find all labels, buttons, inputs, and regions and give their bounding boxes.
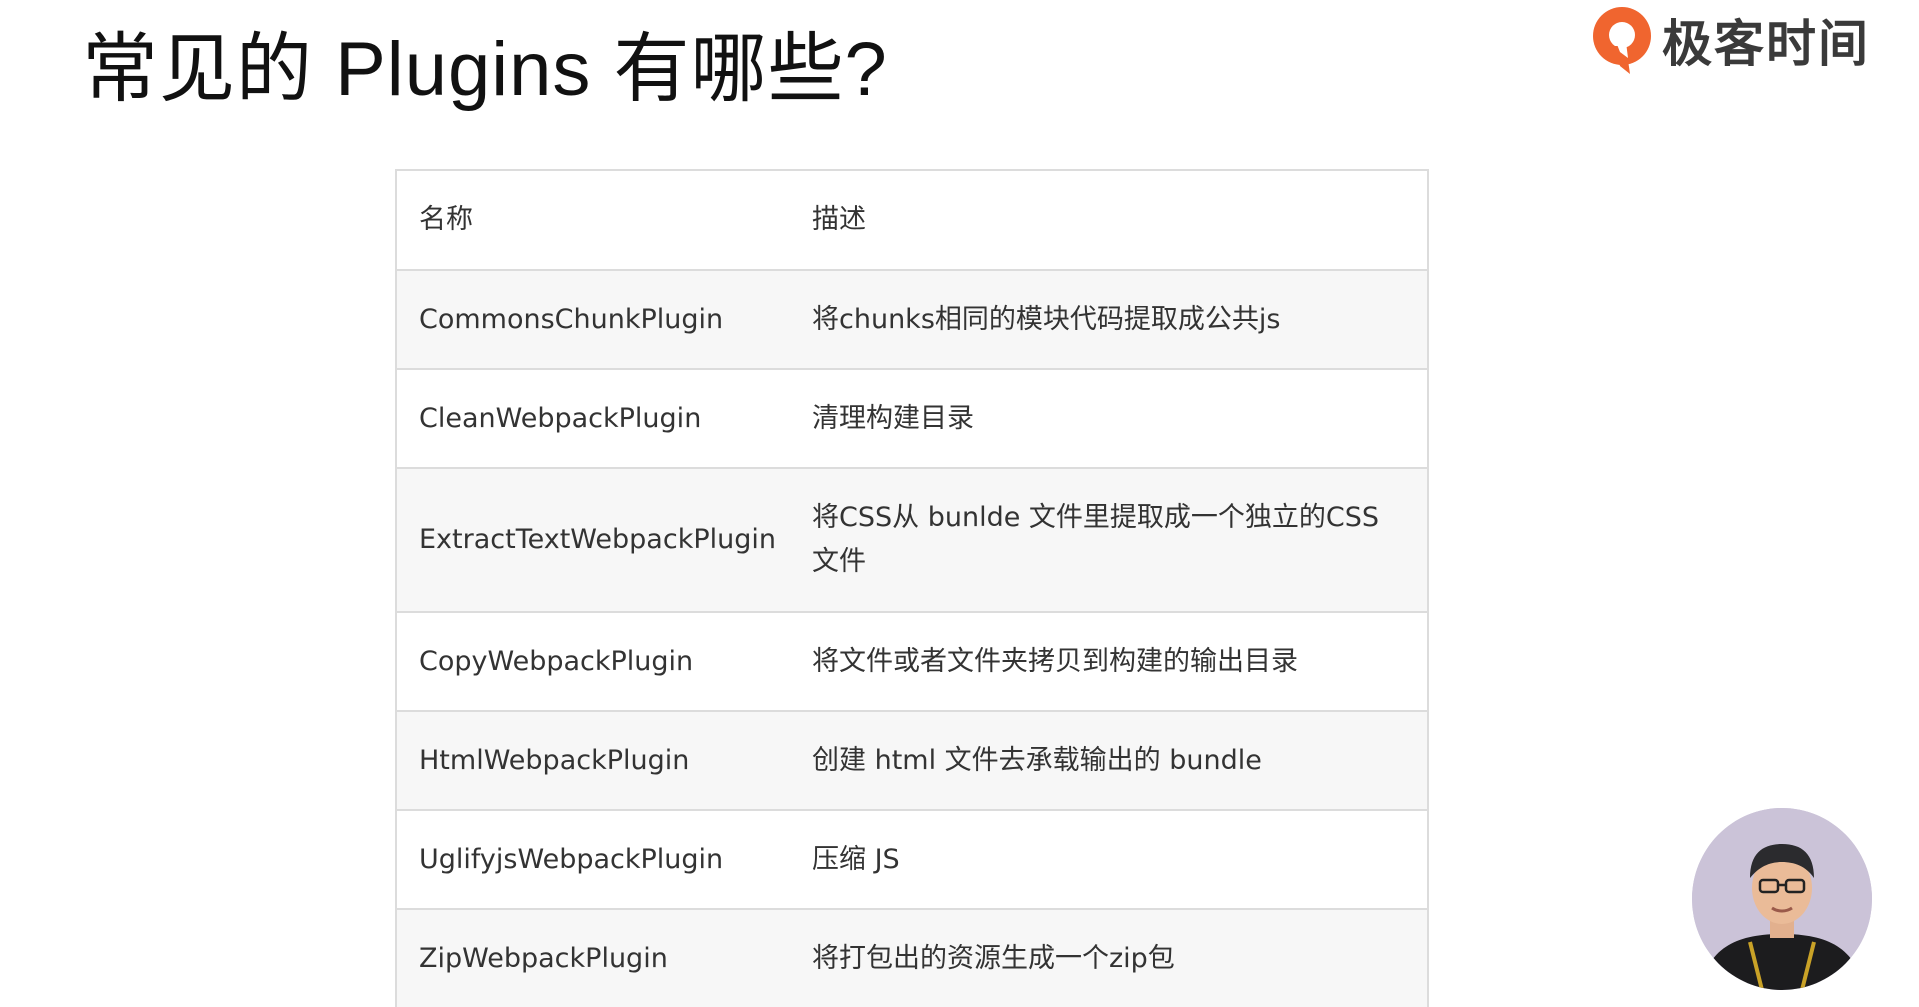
brand-name: 极客时间 [1662, 16, 1870, 72]
plugin-name: ExtractTextWebpackPlugin [397, 468, 790, 613]
plugins-table-container: 名称 描述 CommonsChunkPlugin 将chunks相同的模块代码提… [395, 169, 1429, 1007]
header-description: 描述 [790, 171, 1427, 271]
table-header-row: 名称 描述 [397, 171, 1427, 271]
plugin-description: 将CSS从 bunlde 文件里提取成一个独立的CSS文件 [790, 468, 1427, 613]
table-row: CommonsChunkPlugin 将chunks相同的模块代码提取成公共js [397, 270, 1427, 370]
slide-title: 常见的 Plugins 有哪些? [82, 27, 888, 112]
plugin-description: 将chunks相同的模块代码提取成公共js [790, 270, 1427, 370]
plugin-name: ZipWebpackPlugin [397, 909, 790, 1007]
presenter-avatar-icon [1692, 808, 1872, 990]
plugin-name: CommonsChunkPlugin [397, 270, 790, 370]
table-row: CleanWebpackPlugin 清理构建目录 [397, 369, 1427, 469]
plugin-description: 压缩 JS [790, 810, 1427, 910]
table-row: ZipWebpackPlugin 将打包出的资源生成一个zip包 [397, 909, 1427, 1007]
plugins-table: 名称 描述 CommonsChunkPlugin 将chunks相同的模块代码提… [397, 171, 1427, 1007]
table-row: UglifyjsWebpackPlugin 压缩 JS [397, 810, 1427, 910]
plugin-name: UglifyjsWebpackPlugin [397, 810, 790, 910]
plugin-name: CleanWebpackPlugin [397, 369, 790, 469]
geektime-logo-icon [1593, 7, 1651, 74]
plugin-description: 创建 html 文件去承载输出的 bundle [790, 711, 1427, 811]
header-name: 名称 [397, 171, 790, 271]
table-row: HtmlWebpackPlugin 创建 html 文件去承载输出的 bundl… [397, 711, 1427, 811]
plugin-description: 将文件或者文件夹拷贝到构建的输出目录 [790, 612, 1427, 712]
plugin-name: HtmlWebpackPlugin [397, 711, 790, 811]
plugin-name: CopyWebpackPlugin [397, 612, 790, 712]
table-row: ExtractTextWebpackPlugin 将CSS从 bunlde 文件… [397, 468, 1427, 613]
plugin-description: 将打包出的资源生成一个zip包 [790, 909, 1427, 1007]
brand-logo: 极客时间 [1590, 2, 1870, 78]
plugin-description: 清理构建目录 [790, 369, 1427, 469]
presenter-video-overlay [1692, 808, 1872, 990]
table-row: CopyWebpackPlugin 将文件或者文件夹拷贝到构建的输出目录 [397, 612, 1427, 712]
